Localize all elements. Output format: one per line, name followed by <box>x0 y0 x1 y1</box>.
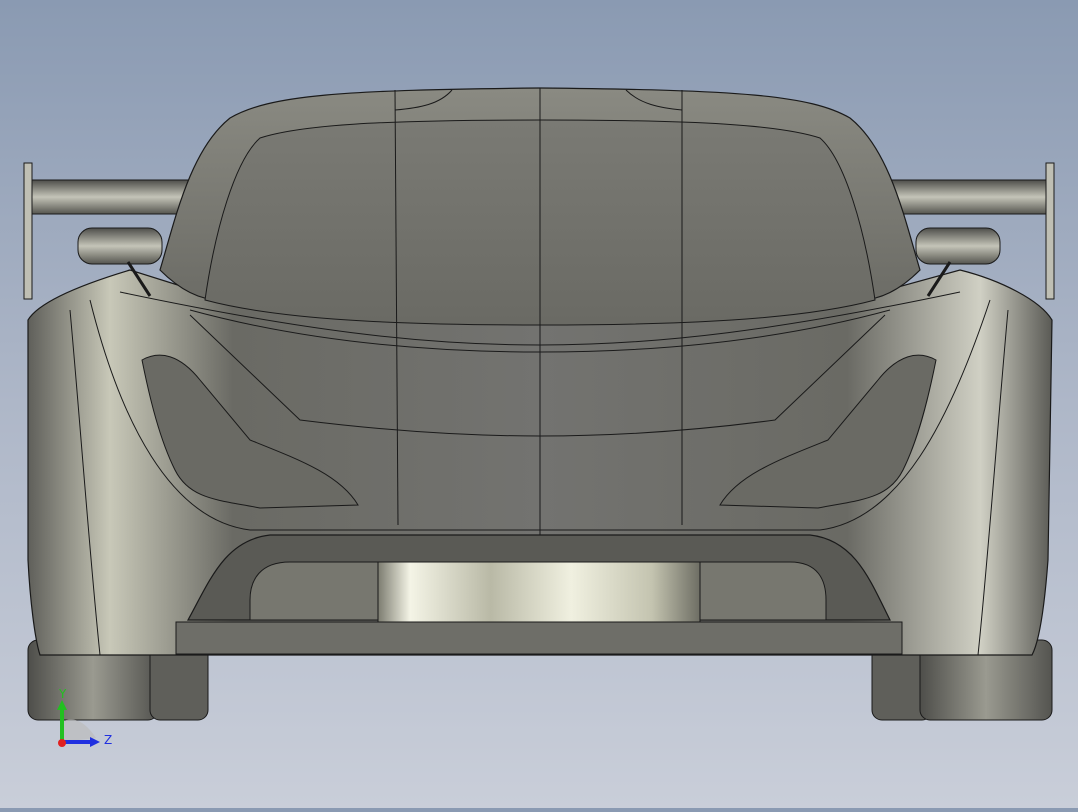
coordinate-triad: Y Z <box>50 686 120 756</box>
z-axis-label: Z <box>104 733 112 747</box>
x-axis-dot <box>58 739 66 747</box>
y-axis-label: Y <box>58 687 67 701</box>
front-splitter <box>175 621 903 655</box>
cad-graphics-area[interactable]: Y Z <box>0 0 1078 808</box>
car-model[interactable] <box>0 0 1078 808</box>
chrome-bar <box>377 561 701 623</box>
